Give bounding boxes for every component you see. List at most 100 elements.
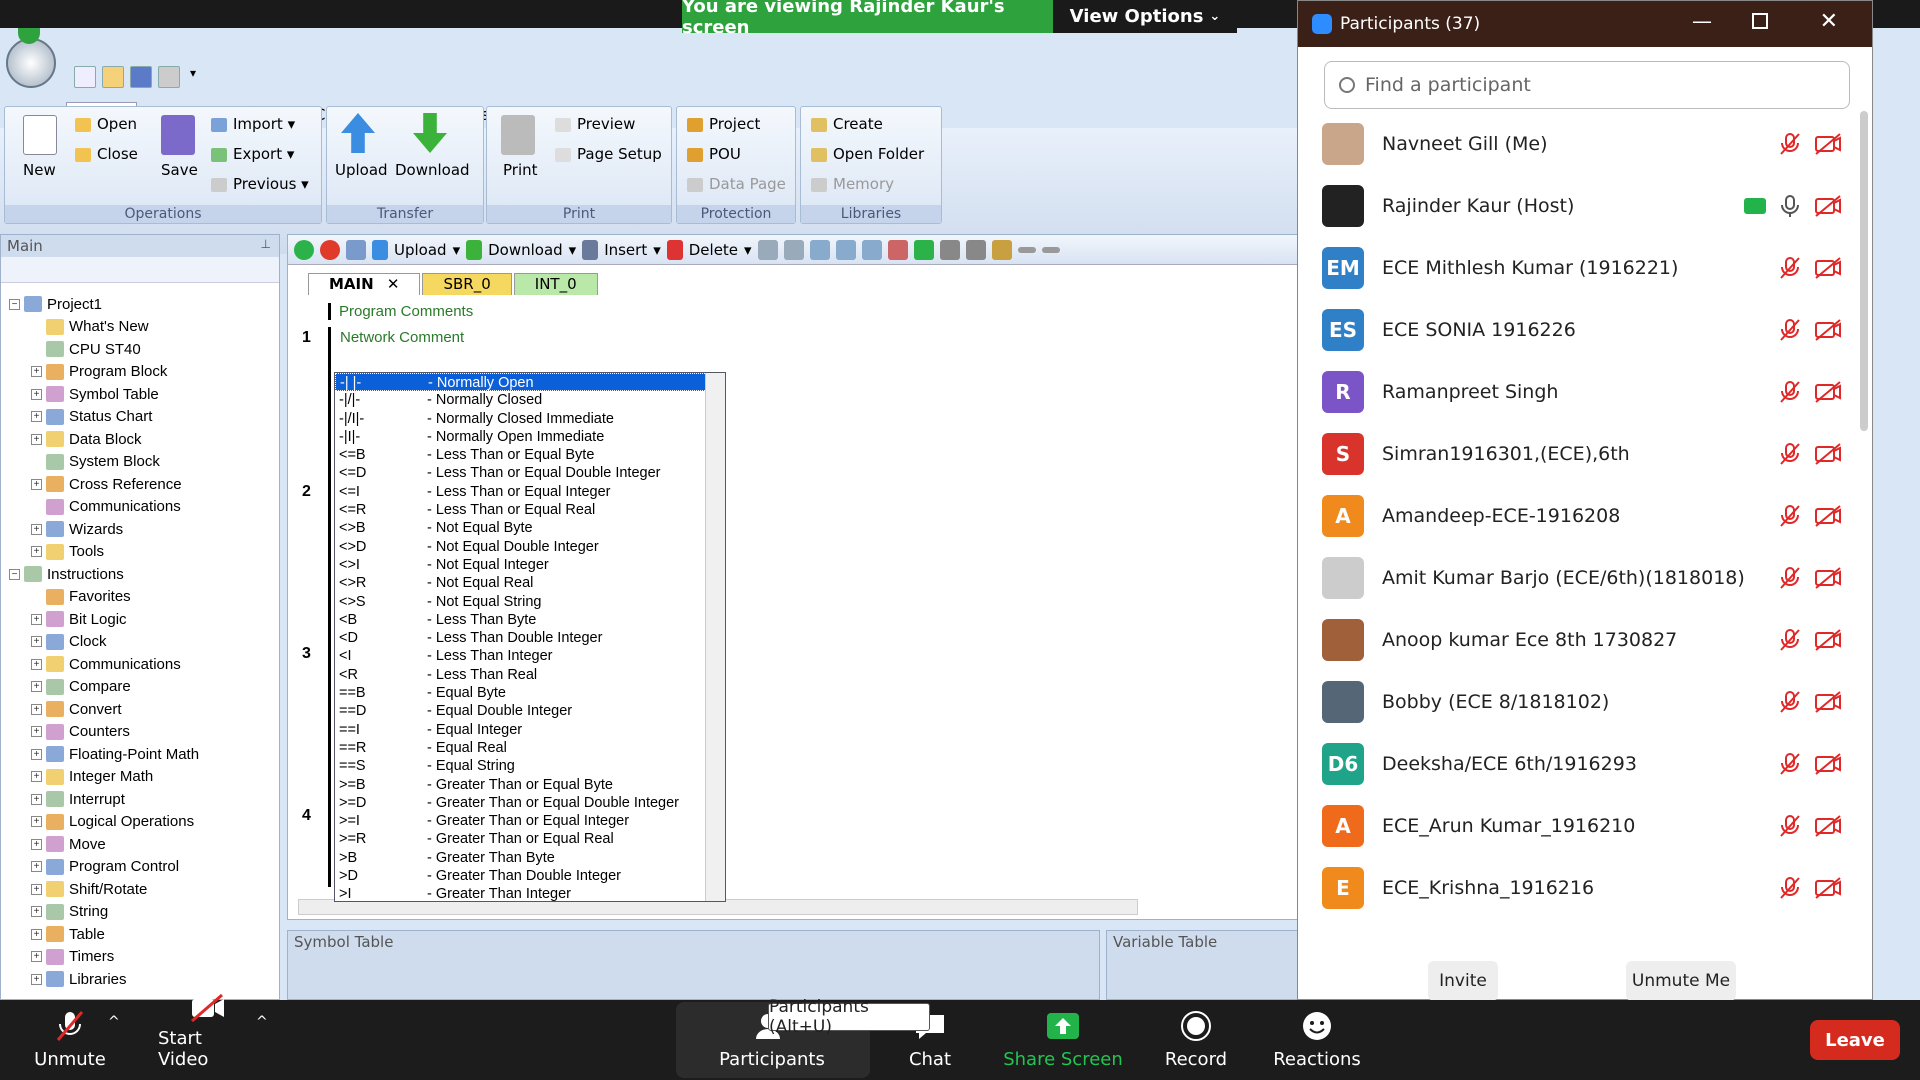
instruction-dropdown[interactable]: -| |- - Normally Open -|/|- - Normally Clos… (334, 372, 726, 902)
tree-item[interactable]: + Symbol Table (1, 383, 279, 406)
instruction-item[interactable]: <>I - Not Equal Integer (335, 556, 725, 574)
tree-item[interactable]: + Timers (1, 946, 279, 969)
instruction-item[interactable]: -|/I|- - Normally Closed Immediate (335, 410, 725, 428)
memory-button[interactable]: Memory (811, 175, 894, 193)
invite-button[interactable]: Invite (1428, 961, 1498, 1001)
participant-row[interactable]: Navneet Gill (Me) (1298, 113, 1858, 175)
participants-scrollbar[interactable] (1860, 111, 1868, 431)
tree-item[interactable]: + Wizards (1, 518, 279, 541)
tree-item[interactable]: + Integer Math (1, 766, 279, 789)
tree-item[interactable]: What's New (1, 316, 279, 339)
line-down-icon[interactable] (1041, 246, 1060, 253)
expand-icon[interactable]: + (31, 906, 42, 918)
participant-row[interactable]: EM ECE Mithlesh Kumar (1916221) (1298, 237, 1858, 299)
go-icon[interactable] (913, 239, 934, 260)
tab-int0[interactable]: INT_0 (513, 273, 598, 295)
tree-item[interactable]: + Program Block (1, 361, 279, 384)
reactions-button[interactable]: Reactions (1272, 1000, 1362, 1080)
tree-item[interactable]: − Project1 (1, 293, 279, 316)
expand-icon[interactable]: + (31, 703, 42, 715)
tree-item[interactable]: + Interrupt (1, 788, 279, 811)
project-protect-button[interactable]: Project (687, 115, 760, 133)
tab-sbr0[interactable]: SBR_0 (422, 273, 512, 295)
bookmark-icon[interactable] (809, 239, 830, 260)
tree-item[interactable]: CPU ST40 (1, 338, 279, 361)
participant-row[interactable]: Bobby (ECE 8/1818102) (1298, 671, 1858, 733)
close-icon[interactable]: ✕ (387, 275, 400, 293)
tree-item[interactable]: + Floating-Point Math (1, 743, 279, 766)
import-button[interactable]: Import ▾ (211, 115, 295, 133)
expand-icon[interactable]: + (31, 928, 42, 940)
upload-button[interactable]: Upload (335, 161, 388, 179)
expand-icon[interactable]: + (31, 973, 42, 985)
delete-tool-button[interactable]: Delete (689, 241, 738, 259)
expand-icon[interactable]: + (31, 523, 42, 535)
page-setup-button[interactable]: Page Setup (555, 145, 662, 163)
download-button[interactable]: Download (395, 161, 470, 179)
remove-bookmark-icon[interactable] (887, 239, 908, 260)
collapse-icon[interactable]: − (9, 298, 20, 310)
tree-item[interactable]: System Block (1, 451, 279, 474)
open-folder-button[interactable]: Open Folder (811, 145, 924, 163)
protect-icon[interactable] (939, 239, 960, 260)
tab-main[interactable]: MAIN ✕ (308, 273, 421, 295)
next-bookmark-icon[interactable] (835, 239, 856, 260)
branch-icon[interactable] (783, 239, 804, 260)
print-icon[interactable] (158, 66, 180, 88)
tree-item[interactable]: + Table (1, 923, 279, 946)
pou-protect-button[interactable]: POU (687, 145, 741, 163)
participant-row[interactable]: Anoop kumar Ece 8th 1730827 (1298, 609, 1858, 671)
instruction-item[interactable]: ==D - Equal Double Integer (335, 702, 725, 720)
expand-icon[interactable]: + (31, 366, 42, 378)
preview-button[interactable]: Preview (555, 115, 635, 133)
expand-icon[interactable]: + (31, 883, 42, 895)
tree-item[interactable]: Communications (1, 496, 279, 519)
upload-tool-button[interactable]: Upload (394, 241, 447, 259)
expand-icon[interactable]: + (31, 433, 42, 445)
tree-item[interactable]: + Cross Reference (1, 473, 279, 496)
stop-icon[interactable] (320, 239, 340, 260)
expand-icon[interactable]: + (31, 636, 42, 648)
instruction-item[interactable]: -|/|- - Normally Closed (335, 391, 725, 409)
print-button[interactable]: Print (503, 161, 538, 179)
instruction-item[interactable]: >I - Greater Than Integer (335, 885, 725, 901)
instruction-item[interactable]: <>D - Not Equal Double Integer (335, 538, 725, 556)
tree-item[interactable]: + Counters (1, 721, 279, 744)
unlock-icon[interactable] (991, 239, 1012, 260)
open-folder-icon[interactable] (102, 66, 124, 88)
tree-item[interactable]: + Shift/Rotate (1, 878, 279, 901)
tree-item[interactable]: + Libraries (1, 968, 279, 991)
participant-row[interactable]: A Amandeep-ECE-1916208 (1298, 485, 1858, 547)
tree-item[interactable]: + Compare (1, 676, 279, 699)
participant-search-input[interactable]: Find a participant (1324, 61, 1850, 109)
clear-bookmark-icon[interactable] (861, 239, 882, 260)
maximize-icon[interactable] (1752, 13, 1768, 29)
audio-options-chevron-icon[interactable]: ^ (108, 1014, 120, 1030)
tree-item[interactable]: + Data Block (1, 428, 279, 451)
tree-item[interactable]: + Program Control (1, 856, 279, 879)
instruction-item[interactable]: >=I - Greater Than or Equal Integer (335, 812, 725, 830)
instruction-item[interactable]: <D - Less Than Double Integer (335, 629, 725, 647)
instruction-item[interactable]: >=D - Greater Than or Equal Double Intege… (335, 794, 725, 812)
leave-button[interactable]: Leave (1810, 1020, 1900, 1060)
instruction-item[interactable]: <>R - Not Equal Real (335, 574, 725, 592)
instruction-item[interactable]: >=R - Greater Than or Equal Real (335, 830, 725, 848)
instruction-item[interactable]: <>B - Not Equal Byte (335, 519, 725, 537)
participant-row[interactable]: R Ramanpreet Singh (1298, 361, 1858, 423)
network-icon[interactable] (757, 239, 778, 260)
participant-row[interactable]: Amit Kumar Barjo (ECE/6th)(1818018) (1298, 547, 1858, 609)
tree-item[interactable]: + Convert (1, 698, 279, 721)
new-button[interactable]: New (23, 161, 56, 179)
minimize-icon[interactable]: — (1692, 9, 1712, 33)
unmute-me-button[interactable]: Unmute Me (1626, 961, 1736, 1001)
open-button[interactable]: Open (75, 115, 137, 133)
dropdown-scrollbar[interactable] (705, 373, 725, 901)
compile-icon[interactable] (346, 239, 366, 260)
share-screen-button[interactable]: Share Screen (1000, 1000, 1126, 1080)
participant-row[interactable]: ES ECE SONIA 1916226 (1298, 299, 1858, 361)
run-icon[interactable] (294, 239, 314, 260)
expand-icon[interactable]: + (31, 951, 42, 963)
instruction-item[interactable]: <=I - Less Than or Equal Integer (335, 483, 725, 501)
instruction-item[interactable]: <=B - Less Than or Equal Byte (335, 446, 725, 464)
instruction-item[interactable]: -| |- - Normally Open (335, 373, 725, 392)
